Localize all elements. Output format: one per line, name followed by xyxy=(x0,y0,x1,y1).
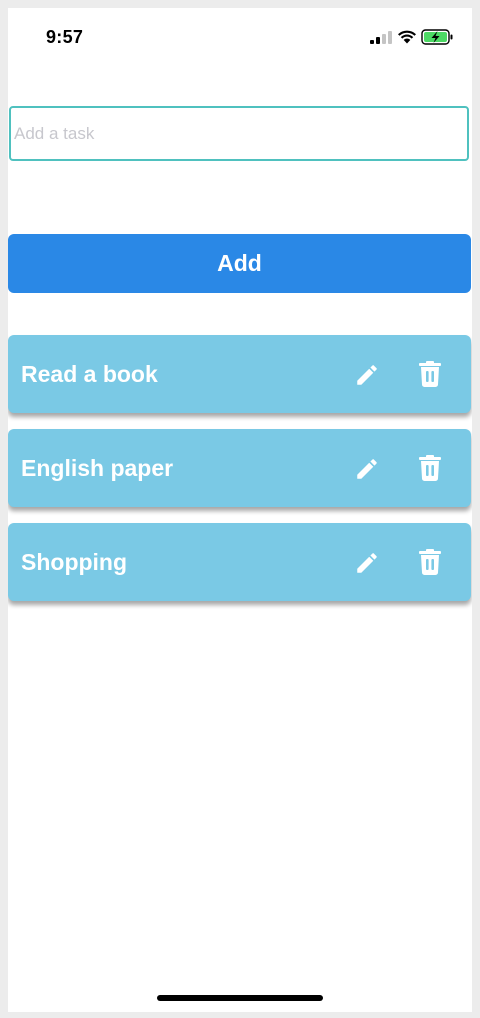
trash-icon[interactable] xyxy=(418,361,442,387)
wifi-icon xyxy=(398,30,416,44)
task-text: Shopping xyxy=(21,548,128,575)
battery-charging-icon xyxy=(421,29,453,45)
phone-screen: 9:57 Add Read a book xyxy=(8,8,472,1012)
home-indicator[interactable] xyxy=(157,995,323,1001)
pencil-icon[interactable] xyxy=(354,550,380,576)
task-text: Read a book xyxy=(21,360,158,387)
task-list: Read a book English paper Shopping xyxy=(8,335,471,617)
trash-icon[interactable] xyxy=(418,455,442,481)
add-task-input[interactable] xyxy=(9,106,469,161)
add-button-label: Add xyxy=(217,250,262,276)
add-button[interactable]: Add xyxy=(8,234,471,293)
pencil-icon[interactable] xyxy=(354,456,380,482)
task-item: English paper xyxy=(8,429,471,507)
task-item: Shopping xyxy=(8,523,471,601)
signal-icon xyxy=(370,31,392,44)
pencil-icon[interactable] xyxy=(354,362,380,388)
trash-icon[interactable] xyxy=(418,549,442,575)
status-time: 9:57 xyxy=(46,27,84,47)
task-item: Read a book xyxy=(8,335,471,413)
status-bar: 9:57 xyxy=(8,8,472,56)
task-text: English paper xyxy=(21,454,174,481)
